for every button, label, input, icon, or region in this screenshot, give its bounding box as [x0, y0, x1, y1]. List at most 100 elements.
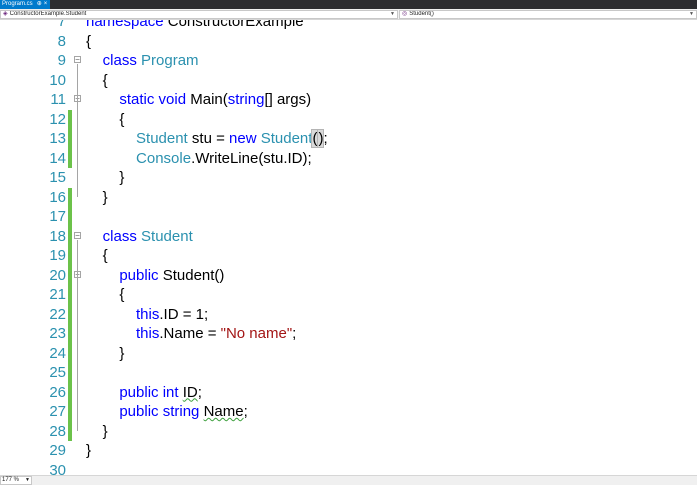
code-line[interactable]: 23 this.Name = "No name";: [0, 324, 697, 344]
line-number: 30: [49, 461, 66, 476]
class-icon: ◈: [3, 11, 8, 17]
code-token: }: [86, 169, 125, 186]
code-token: int: [162, 383, 179, 401]
code-token: this: [136, 325, 160, 342]
code-token: public: [119, 383, 159, 401]
type-dropdown[interactable]: ◈ ConstructorExample.Student ▼: [0, 10, 398, 19]
code-token: stu =: [187, 130, 230, 147]
member-dropdown[interactable]: ◎ Student() ▼: [399, 10, 697, 19]
code-token: string: [162, 403, 200, 420]
code-token: }: [86, 188, 108, 206]
line-number: 18: [49, 227, 66, 245]
code-text: public string Name;: [86, 402, 247, 422]
change-marker: [68, 148, 72, 168]
code-token: public: [119, 403, 159, 420]
line-number: 24: [49, 344, 66, 362]
line-number: 19: [49, 247, 66, 264]
line-number: 21: [49, 286, 66, 303]
code-line[interactable]: 30: [0, 461, 697, 476]
member-dropdown-value: Student(): [409, 11, 434, 17]
change-marker: [68, 402, 72, 422]
line-number: 15: [49, 169, 66, 186]
zoom-dropdown[interactable]: 177 % ▼: [0, 476, 32, 485]
code-text: Student stu = new Student();: [86, 129, 328, 149]
code-text: public int ID;: [86, 383, 202, 403]
code-line[interactable]: 15 }: [0, 168, 697, 188]
close-icon[interactable]: ×: [44, 1, 48, 7]
code-token: new: [229, 130, 257, 147]
code-line[interactable]: 18− class Student: [0, 226, 697, 246]
pin-icon[interactable]: ⊕: [37, 1, 42, 7]
code-text: {: [86, 110, 124, 130]
code-line[interactable]: 12 {: [0, 109, 697, 130]
line-number: 11: [50, 91, 66, 108]
code-token: }: [86, 442, 92, 459]
code-line[interactable]: 20− public Student(): [0, 265, 697, 286]
change-marker: [68, 265, 72, 285]
code-line[interactable]: 8{: [0, 32, 697, 52]
code-line[interactable]: 24 }: [0, 343, 697, 363]
change-marker: [68, 343, 72, 363]
code-token: Console: [136, 149, 192, 167]
collapse-icon[interactable]: −: [74, 56, 81, 64]
change-marker: [68, 246, 72, 266]
code-line[interactable]: 13 Student stu = new Student();: [0, 129, 697, 149]
code-editor[interactable]: 7 namespace ConstructorExample 8{9− class …: [0, 20, 697, 475]
collapse-icon[interactable]: −: [74, 231, 81, 239]
code-line[interactable]: 21 {: [0, 285, 697, 305]
code-token: void: [158, 91, 187, 108]
code-line[interactable]: 16 }: [0, 187, 697, 207]
code-text: }: [86, 422, 108, 442]
code-line[interactable]: 11− static void Main(string[] args): [0, 90, 697, 110]
code-text: public Student(): [86, 266, 224, 286]
code-line[interactable]: 7 namespace ConstructorExample: [0, 20, 697, 32]
line-number: 14: [49, 149, 66, 167]
code-text: {: [86, 285, 124, 305]
code-token: ;: [197, 383, 202, 401]
code-line[interactable]: 9− class Program: [0, 51, 697, 71]
tab-program-cs[interactable]: Program.cs ⊕ ×: [0, 0, 50, 9]
line-number: 8: [57, 32, 66, 50]
code-line[interactable]: 26 public int ID;: [0, 382, 697, 403]
code-line[interactable]: 25: [0, 363, 697, 383]
code-text: Console.WriteLine(stu.ID);: [86, 149, 312, 169]
line-number: 28: [49, 422, 66, 440]
document-tab-strip: Program.cs ⊕ ×: [0, 0, 697, 9]
code-text: {: [86, 246, 108, 266]
code-line[interactable]: 29}: [0, 441, 697, 461]
code-line[interactable]: 17: [0, 207, 697, 227]
code-text: this.Name = "No name";: [86, 324, 296, 344]
code-token: ;: [323, 130, 328, 147]
code-token: this: [136, 305, 160, 323]
code-token: Student: [136, 130, 188, 147]
code-line[interactable]: 22 this.ID = 1;: [0, 304, 697, 324]
change-marker: [68, 421, 72, 441]
line-number: 17: [49, 208, 66, 225]
code-token: public: [119, 266, 159, 284]
line-number: 13: [49, 130, 66, 147]
line-number: 23: [49, 325, 66, 342]
code-token: "No name": [220, 325, 293, 342]
code-line[interactable]: 28 }: [0, 421, 697, 442]
code-token: class: [102, 52, 137, 69]
code-token: .ID = 1;: [159, 305, 209, 323]
chevron-down-icon: ▼: [689, 11, 694, 17]
line-number: 27: [49, 403, 66, 420]
code-line[interactable]: 27 public string Name;: [0, 402, 697, 422]
code-line[interactable]: 19 {: [0, 246, 697, 266]
code-line[interactable]: 14 Console.WriteLine(stu.ID);: [0, 148, 697, 169]
change-marker: [68, 382, 72, 402]
code-token: Student: [260, 130, 313, 147]
code-line[interactable]: 10 {: [0, 71, 697, 91]
change-marker: [68, 285, 72, 305]
change-marker: [68, 363, 72, 383]
code-token: Program: [141, 52, 199, 69]
change-marker: [68, 109, 72, 129]
code-token: {: [86, 71, 108, 89]
